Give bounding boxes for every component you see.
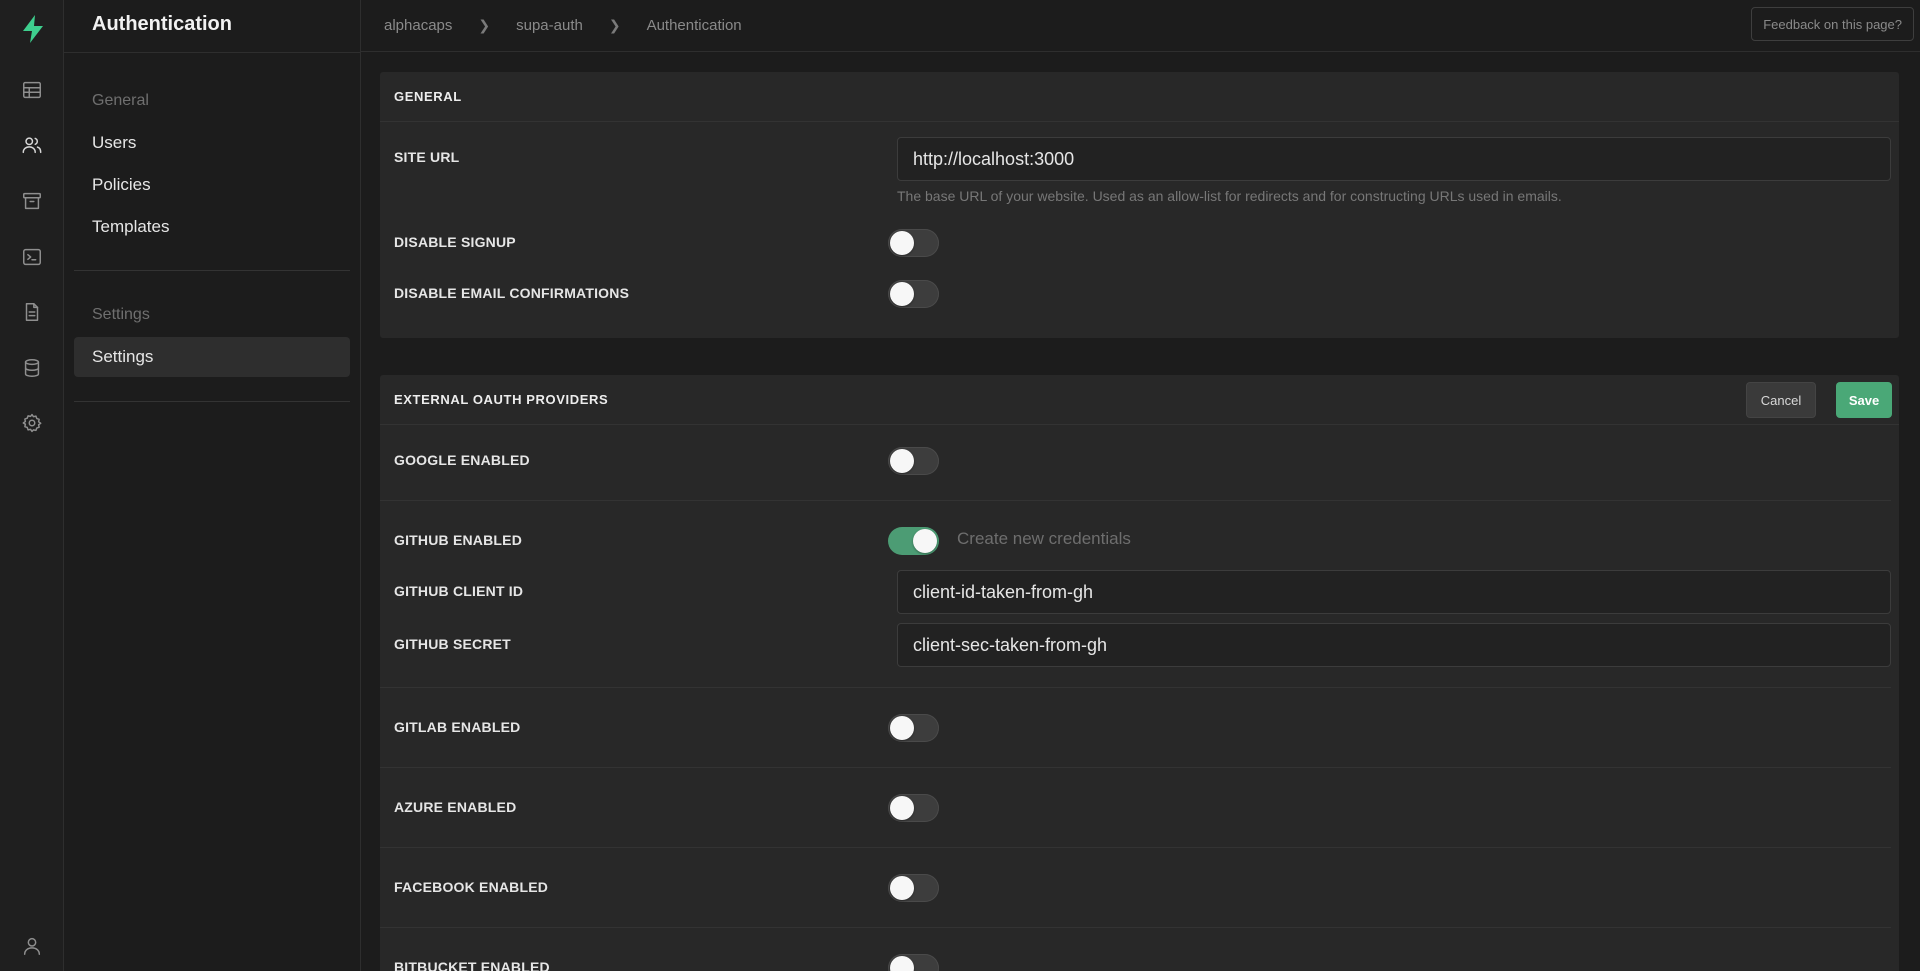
gitlab-enabled-label: GITLAB ENABLED <box>394 719 521 735</box>
divider <box>74 401 350 402</box>
site-url-input[interactable]: http://localhost:3000 <box>897 137 1891 181</box>
sidebar-title: Authentication <box>92 13 232 35</box>
bitbucket-enabled-label: BITBUCKET ENABLED <box>394 959 550 971</box>
breadcrumb-project[interactable]: supa-auth <box>516 17 583 34</box>
facebook-enabled-label: FACEBOOK ENABLED <box>394 879 549 895</box>
document-icon[interactable] <box>20 300 44 324</box>
site-url-help: The base URL of your website. Used as an… <box>897 188 1562 204</box>
oauth-panel: EXTERNAL OAUTH PROVIDERS Cancel Save GOO… <box>380 375 1899 971</box>
sidebar-item-users[interactable]: Users <box>74 123 350 163</box>
breadcrumb: alphacaps ❯ supa-auth ❯ Authentication <box>384 0 742 50</box>
chevron-right-icon: ❯ <box>478 16 491 33</box>
user-icon[interactable] <box>20 934 44 958</box>
gear-icon[interactable] <box>20 411 44 435</box>
auth-sidebar: Authentication General Users Policies Te… <box>64 0 361 971</box>
facebook-enabled-toggle[interactable] <box>888 874 939 902</box>
general-panel: GENERAL SITE URL http://localhost:3000 T… <box>380 72 1899 338</box>
sidebar-item-policies[interactable]: Policies <box>74 165 350 205</box>
database-icon[interactable] <box>20 356 44 380</box>
divider <box>380 767 1891 768</box>
disable-signup-toggle[interactable] <box>888 229 939 257</box>
sidebar-item-settings[interactable]: Settings <box>74 337 350 377</box>
divider <box>74 270 350 271</box>
gitlab-enabled-toggle[interactable] <box>888 714 939 742</box>
archive-icon[interactable] <box>20 189 44 213</box>
terminal-icon[interactable] <box>20 245 44 269</box>
section-label-general: General <box>92 92 149 109</box>
divider <box>380 927 1891 928</box>
github-enabled-toggle[interactable] <box>888 527 939 555</box>
bitbucket-enabled-toggle[interactable] <box>888 954 939 971</box>
app-window: Authentication General Users Policies Te… <box>0 0 1920 971</box>
disable-email-confirmations-label: DISABLE EMAIL CONFIRMATIONS <box>394 285 630 301</box>
top-bar: alphacaps ❯ supa-auth ❯ Authentication F… <box>361 0 1920 52</box>
icon-rail <box>0 0 64 971</box>
github-secret-label: GITHUB SECRET <box>394 636 511 652</box>
feedback-button[interactable]: Feedback on this page? <box>1751 7 1914 41</box>
table-icon[interactable] <box>20 78 44 102</box>
github-client-id-label: GITHUB CLIENT ID <box>394 583 524 599</box>
divider <box>380 847 1891 848</box>
disable-email-confirmations-toggle[interactable] <box>888 280 939 308</box>
divider <box>380 687 1891 688</box>
site-url-label: SITE URL <box>394 149 460 165</box>
breadcrumb-current: Authentication <box>646 16 742 34</box>
save-button[interactable]: Save <box>1836 382 1892 418</box>
azure-enabled-label: AZURE ENABLED <box>394 799 517 815</box>
github-client-id-input[interactable]: client-id-taken-from-gh <box>897 570 1891 614</box>
google-enabled-label: GOOGLE ENABLED <box>394 452 530 468</box>
section-label-settings: Settings <box>92 306 150 323</box>
panel-heading: GENERAL <box>380 72 1899 122</box>
bolt-logo-icon[interactable] <box>20 14 46 44</box>
divider <box>380 500 1891 501</box>
divider <box>64 52 361 53</box>
oauth-heading: EXTERNAL OAUTH PROVIDERS <box>394 392 609 407</box>
github-secret-input[interactable]: client-sec-taken-from-gh <box>897 623 1891 667</box>
sidebar-item-templates[interactable]: Templates <box>74 207 350 247</box>
panel-heading: EXTERNAL OAUTH PROVIDERS <box>380 375 1899 425</box>
disable-signup-label: DISABLE SIGNUP <box>394 234 516 250</box>
azure-enabled-toggle[interactable] <box>888 794 939 822</box>
breadcrumb-org[interactable]: alphacaps <box>384 17 452 34</box>
google-enabled-toggle[interactable] <box>888 447 939 475</box>
users-icon[interactable] <box>20 133 44 157</box>
cancel-button[interactable]: Cancel <box>1746 382 1816 418</box>
create-credentials-link[interactable]: Create new credentials <box>957 529 1131 549</box>
chevron-right-icon: ❯ <box>608 16 621 33</box>
github-enabled-label: GITHUB ENABLED <box>394 532 523 548</box>
